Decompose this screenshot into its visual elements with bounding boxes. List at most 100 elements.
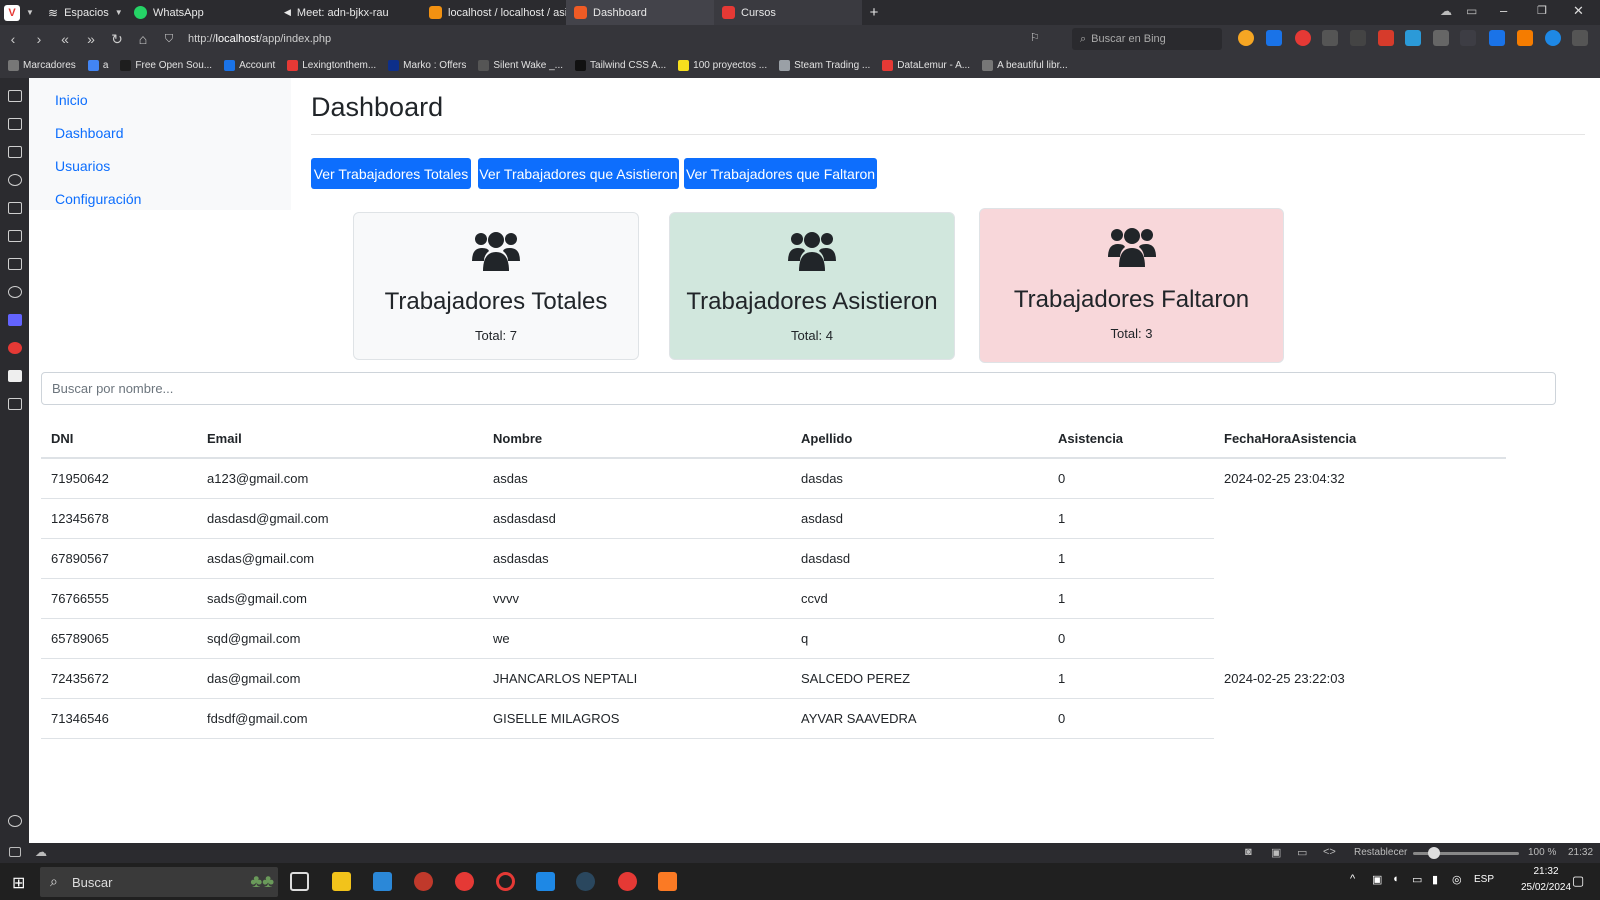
new-tab-button[interactable]: +: [862, 0, 886, 25]
extension-icon[interactable]: [1295, 30, 1311, 46]
tab-meet[interactable]: ◀ Meet: adn-bjkx-rau: [276, 0, 421, 25]
volume-icon[interactable]: ◖: [1392, 873, 1399, 885]
bookmark-icon[interactable]: ⚐: [1030, 31, 1040, 44]
extension-icon[interactable]: [1405, 30, 1421, 46]
page-tiling-icon[interactable]: ▭: [1297, 846, 1307, 859]
mastodon-icon[interactable]: [8, 314, 22, 326]
ver-asistieron-button[interactable]: Ver Trabajadores que Asistieron: [478, 158, 679, 189]
table-cell: [1214, 618, 1506, 658]
vivaldi-active-icon[interactable]: [618, 872, 637, 891]
bookmark-item[interactable]: a: [87, 60, 108, 71]
bing-search-field[interactable]: ⌕ Buscar en Bing: [1072, 28, 1222, 50]
vscode-icon[interactable]: [536, 872, 555, 891]
translate-icon[interactable]: [1266, 30, 1282, 46]
zoom-slider-handle[interactable]: [1428, 847, 1440, 859]
bookmarks-panel-icon[interactable]: [8, 90, 22, 102]
tab-phpmyadmin[interactable]: localhost / localhost / asiste: [421, 0, 566, 25]
bookmark-item[interactable]: Silent Wake _...: [478, 60, 563, 71]
reading-list-icon[interactable]: [8, 118, 22, 130]
puzzle-icon[interactable]: [1572, 30, 1588, 46]
reset-zoom-button[interactable]: Restablecer: [1354, 847, 1407, 858]
extension-icon[interactable]: [1433, 30, 1449, 46]
taskbar-search[interactable]: ⌕ Buscar ♣♣: [40, 867, 278, 897]
close-button[interactable]: ✕: [1573, 3, 1584, 19]
shield-icon[interactable]: ⛉: [156, 33, 182, 46]
cloud-sync-icon[interactable]: ☁: [35, 845, 47, 859]
steam-icon[interactable]: [576, 872, 595, 891]
bookmark-item[interactable]: Account: [224, 60, 275, 71]
reload-icon[interactable]: ↻: [104, 31, 130, 48]
history-icon[interactable]: [8, 174, 22, 186]
bookmark-item[interactable]: Tailwind CSS A...: [575, 60, 666, 71]
downloads-icon[interactable]: [8, 146, 22, 158]
tab-whatsapp[interactable]: WhatsApp: [126, 0, 276, 25]
sidebar-item-usuarios[interactable]: Usuarios: [29, 150, 291, 183]
network-icon[interactable]: ▭: [1412, 873, 1422, 886]
tab-cursos[interactable]: Cursos: [714, 0, 862, 25]
extension-icon[interactable]: [1517, 30, 1533, 46]
extension-icon[interactable]: [1489, 30, 1505, 46]
camera-icon[interactable]: ◙: [1245, 846, 1252, 858]
bookmark-item[interactable]: Marcadores: [8, 60, 76, 71]
tab-espacios[interactable]: ≋ Espacios ▼: [40, 0, 126, 25]
code-icon[interactable]: <>: [1323, 846, 1336, 858]
translate-panel-icon[interactable]: [8, 258, 22, 270]
windows-start-icon[interactable]: ⊞: [12, 873, 25, 893]
task-view-icon[interactable]: [290, 872, 309, 891]
settings-gear-icon[interactable]: [8, 815, 22, 827]
notifications-icon[interactable]: ▢: [1572, 873, 1584, 889]
bookmark-item[interactable]: Lexingtonthem...: [287, 60, 376, 71]
back-icon[interactable]: ‹: [0, 31, 26, 47]
fast-forward-icon[interactable]: »: [78, 31, 104, 47]
bookmark-item[interactable]: Free Open Sou...: [120, 60, 212, 71]
extension-icon[interactable]: [1460, 30, 1476, 46]
ver-totales-button[interactable]: Ver Trabajadores Totales: [311, 158, 471, 189]
home-icon[interactable]: ⌂: [130, 31, 156, 47]
extension-icon[interactable]: [1238, 30, 1254, 46]
tray-icon[interactable]: ▣: [1372, 873, 1382, 886]
rewind-icon[interactable]: «: [52, 31, 78, 47]
sidebar-item-configuracion[interactable]: Configuración: [29, 183, 291, 216]
search-by-name-input[interactable]: [41, 372, 1556, 405]
calendar-icon[interactable]: [8, 230, 22, 242]
extension-icon[interactable]: [1350, 30, 1366, 46]
sidebar-item-dashboard[interactable]: Dashboard: [29, 117, 291, 150]
url-field[interactable]: http://localhost/app/index.php: [188, 28, 1018, 50]
ver-faltaron-button[interactable]: Ver Trabajadores que Faltaron: [684, 158, 877, 189]
minimize-button[interactable]: –: [1500, 3, 1507, 18]
forward-icon[interactable]: ›: [26, 31, 52, 47]
restore-button[interactable]: ❐: [1537, 4, 1547, 17]
panel-toggle-icon[interactable]: [9, 847, 21, 857]
image-icon[interactable]: ▣: [1271, 846, 1281, 859]
bookmark-item[interactable]: DataLemur - A...: [882, 60, 970, 71]
tab-dashboard[interactable]: Dashboard: [566, 0, 714, 25]
notes-icon[interactable]: [8, 202, 22, 214]
vivaldi-menu-button[interactable]: V ▼: [0, 0, 40, 25]
bookmark-item[interactable]: 100 proyectos ...: [678, 60, 767, 71]
file-explorer-icon[interactable]: [332, 872, 351, 891]
location-icon[interactable]: ◎: [1452, 873, 1462, 886]
extension-icon[interactable]: [1378, 30, 1394, 46]
cloud-icon[interactable]: ☁: [1440, 4, 1452, 18]
chevron-up-icon[interactable]: ^: [1350, 873, 1355, 885]
wikipedia-icon[interactable]: [8, 370, 22, 382]
vivaldi-panel-icon[interactable]: [8, 342, 22, 354]
bookmark-item[interactable]: A beautiful libr...: [982, 60, 1068, 71]
taskbar-time[interactable]: 21:32: [1516, 866, 1576, 877]
bookmark-item[interactable]: Steam Trading ...: [779, 60, 870, 71]
microphone-icon[interactable]: ▮: [1432, 873, 1438, 886]
xampp-taskbar-icon[interactable]: [658, 872, 677, 891]
vivaldi-taskbar-icon[interactable]: [455, 872, 474, 891]
add-panel-icon[interactable]: [8, 398, 22, 410]
extension-icon[interactable]: [1545, 30, 1561, 46]
opera-icon[interactable]: [496, 872, 515, 891]
photos-icon[interactable]: [373, 872, 392, 891]
taskbar-date[interactable]: 25/02/2024: [1516, 882, 1576, 893]
app-icon[interactable]: [414, 872, 433, 891]
chat-icon[interactable]: [8, 286, 22, 298]
sidebar-item-inicio[interactable]: Inicio: [29, 84, 291, 117]
bookmark-item[interactable]: Marko : Offers: [388, 60, 466, 71]
extension-icon[interactable]: [1322, 30, 1338, 46]
trash-icon[interactable]: ▭: [1466, 4, 1477, 18]
language-indicator[interactable]: ESP: [1474, 874, 1494, 885]
